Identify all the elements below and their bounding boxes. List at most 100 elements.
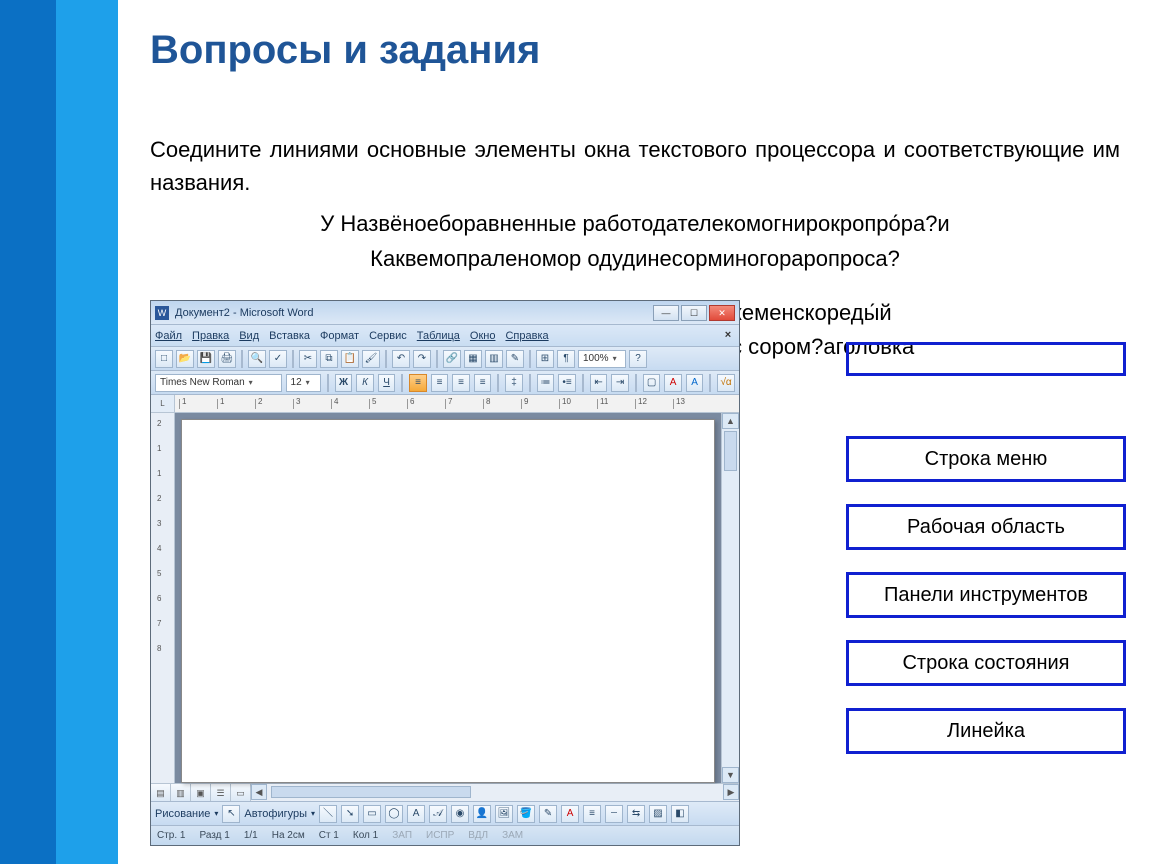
hscroll-thumb[interactable] <box>271 786 471 798</box>
bullets-icon[interactable]: •≡ <box>558 374 576 392</box>
fill-color-icon[interactable]: 🪣 <box>517 805 535 823</box>
menu-service[interactable]: Сервис <box>369 330 407 342</box>
textbox-icon[interactable]: A <box>407 805 425 823</box>
pilcrow-icon[interactable]: ¶ <box>557 350 575 368</box>
font-size-select[interactable]: 12▾ <box>286 374 321 392</box>
wordart-icon[interactable]: 𝒜 <box>429 805 447 823</box>
label-status-row[interactable]: Строка состояния <box>846 640 1126 686</box>
align-right-icon[interactable]: ≡ <box>452 374 470 392</box>
menu-format[interactable]: Формат <box>320 330 359 342</box>
label-work-area[interactable]: Рабочая область <box>846 504 1126 550</box>
bold-button[interactable]: Ж <box>335 374 353 392</box>
menu-edit[interactable]: Правка <box>192 330 229 342</box>
close-button[interactable]: ✕ <box>709 305 735 321</box>
arrow-style-icon[interactable]: ⇆ <box>627 805 645 823</box>
vertical-ruler[interactable]: 2 1 1 2 3 4 5 6 7 8 <box>151 413 175 783</box>
docmap-icon[interactable]: ⊞ <box>536 350 554 368</box>
highlight-icon[interactable]: A <box>664 374 682 392</box>
equation-icon[interactable]: √α <box>717 374 735 392</box>
scroll-left-icon[interactable]: ◀ <box>251 784 267 800</box>
shadow-icon[interactable]: ▨ <box>649 805 667 823</box>
status-ext: ВДЛ <box>468 830 488 841</box>
minimize-button[interactable]: — <box>653 305 679 321</box>
label-toolbars[interactable]: Панели инструментов <box>846 572 1126 618</box>
font-select[interactable]: Times New Roman▾ <box>155 374 282 392</box>
arrow-shape-icon[interactable]: ➘ <box>341 805 359 823</box>
hyperlink-icon[interactable]: 🔗 <box>443 350 461 368</box>
line-shape-icon[interactable]: ＼ <box>319 805 337 823</box>
garbled-text-1: У Назвёноеборавненные работодателекомогн… <box>150 207 1120 240</box>
clipart-icon[interactable]: 👤 <box>473 805 491 823</box>
view-normal-icon[interactable]: ▤ <box>151 784 171 801</box>
menu-window[interactable]: Окно <box>470 330 496 342</box>
redo-icon[interactable]: ↷ <box>413 350 431 368</box>
help-icon[interactable]: ? <box>629 350 647 368</box>
menu-insert[interactable]: Вставка <box>269 330 310 342</box>
align-center-icon[interactable]: ≡ <box>431 374 449 392</box>
decrease-indent-icon[interactable]: ⇤ <box>590 374 608 392</box>
drawing-label[interactable]: Рисование <box>155 808 210 820</box>
vertical-scrollbar[interactable]: ▲ ▼ <box>721 413 739 783</box>
menu-help[interactable]: Справка <box>505 330 548 342</box>
drawing-icon[interactable]: ✎ <box>506 350 524 368</box>
picture-icon[interactable]: 🖼 <box>495 805 513 823</box>
zoom-select[interactable]: 100%▾ <box>578 350 626 368</box>
new-doc-icon[interactable]: □ <box>155 350 173 368</box>
spell-icon[interactable]: ✓ <box>269 350 287 368</box>
align-justify-icon[interactable]: ≡ <box>474 374 492 392</box>
cut-icon[interactable]: ✂ <box>299 350 317 368</box>
status-pages: 1/1 <box>244 830 258 841</box>
open-icon[interactable]: 📂 <box>176 350 194 368</box>
rect-shape-icon[interactable]: ▭ <box>363 805 381 823</box>
underline-button[interactable]: Ч <box>378 374 396 392</box>
horizontal-ruler[interactable]: L 1 1 2 3 4 5 6 7 8 9 10 11 12 13 <box>151 395 739 413</box>
select-objects-icon[interactable]: ↖ <box>222 805 240 823</box>
menu-table[interactable]: Таблица <box>417 330 460 342</box>
font-color-icon[interactable]: A <box>686 374 704 392</box>
word-app-icon: W <box>155 306 169 320</box>
view-reading-icon[interactable]: ▭ <box>231 784 251 801</box>
line-color-icon[interactable]: ✎ <box>539 805 557 823</box>
line-style-icon[interactable]: ≡ <box>583 805 601 823</box>
line-spacing-icon[interactable]: ‡ <box>505 374 523 392</box>
view-print-icon[interactable]: ▣ <box>191 784 211 801</box>
scroll-down-icon[interactable]: ▼ <box>722 767 739 783</box>
view-web-icon[interactable]: ▥ <box>171 784 191 801</box>
preview-icon[interactable]: 🔍 <box>248 350 266 368</box>
align-left-icon[interactable]: ≡ <box>409 374 427 392</box>
label-menu-row[interactable]: Строка меню <box>846 436 1126 482</box>
dash-style-icon[interactable]: ┄ <box>605 805 623 823</box>
undo-icon[interactable]: ↶ <box>392 350 410 368</box>
diagram-icon[interactable]: ◉ <box>451 805 469 823</box>
save-icon[interactable]: 💾 <box>197 350 215 368</box>
maximize-button[interactable]: ☐ <box>681 305 707 321</box>
label-title-row[interactable] <box>846 342 1126 376</box>
menu-view[interactable]: Вид <box>239 330 259 342</box>
label-ruler[interactable]: Линейка <box>846 708 1126 754</box>
numbering-icon[interactable]: ≔ <box>537 374 555 392</box>
3d-icon[interactable]: ◧ <box>671 805 689 823</box>
columns-icon[interactable]: ▥ <box>485 350 503 368</box>
scroll-thumb[interactable] <box>724 431 737 471</box>
document-body: 2 1 1 2 3 4 5 6 7 8 ▲ ▼ <box>151 413 739 783</box>
copy-icon[interactable]: ⧉ <box>320 350 338 368</box>
table-icon[interactable]: ▦ <box>464 350 482 368</box>
scroll-right-icon[interactable]: ▶ <box>723 784 739 800</box>
doc-close-icon[interactable]: × <box>721 329 735 343</box>
font-color-draw-icon[interactable]: A <box>561 805 579 823</box>
page-area[interactable] <box>175 413 721 783</box>
oval-shape-icon[interactable]: ◯ <box>385 805 403 823</box>
borders-icon[interactable]: ▢ <box>643 374 661 392</box>
task-paragraph: Соедините линиями основные элементы окна… <box>150 133 1120 199</box>
menu-file[interactable]: Файл <box>155 330 182 342</box>
scroll-up-icon[interactable]: ▲ <box>722 413 739 429</box>
document-page[interactable] <box>181 419 715 783</box>
italic-button[interactable]: К <box>356 374 374 392</box>
view-outline-icon[interactable]: ☰ <box>211 784 231 801</box>
print-icon[interactable]: 🖨 <box>218 350 236 368</box>
horizontal-scrollbar[interactable]: ◀ ▶ <box>251 784 739 801</box>
paste-icon[interactable]: 📋 <box>341 350 359 368</box>
autoshapes-label[interactable]: Автофигуры <box>244 808 307 820</box>
increase-indent-icon[interactable]: ⇥ <box>611 374 629 392</box>
format-painter-icon[interactable]: 🖌 <box>362 350 380 368</box>
